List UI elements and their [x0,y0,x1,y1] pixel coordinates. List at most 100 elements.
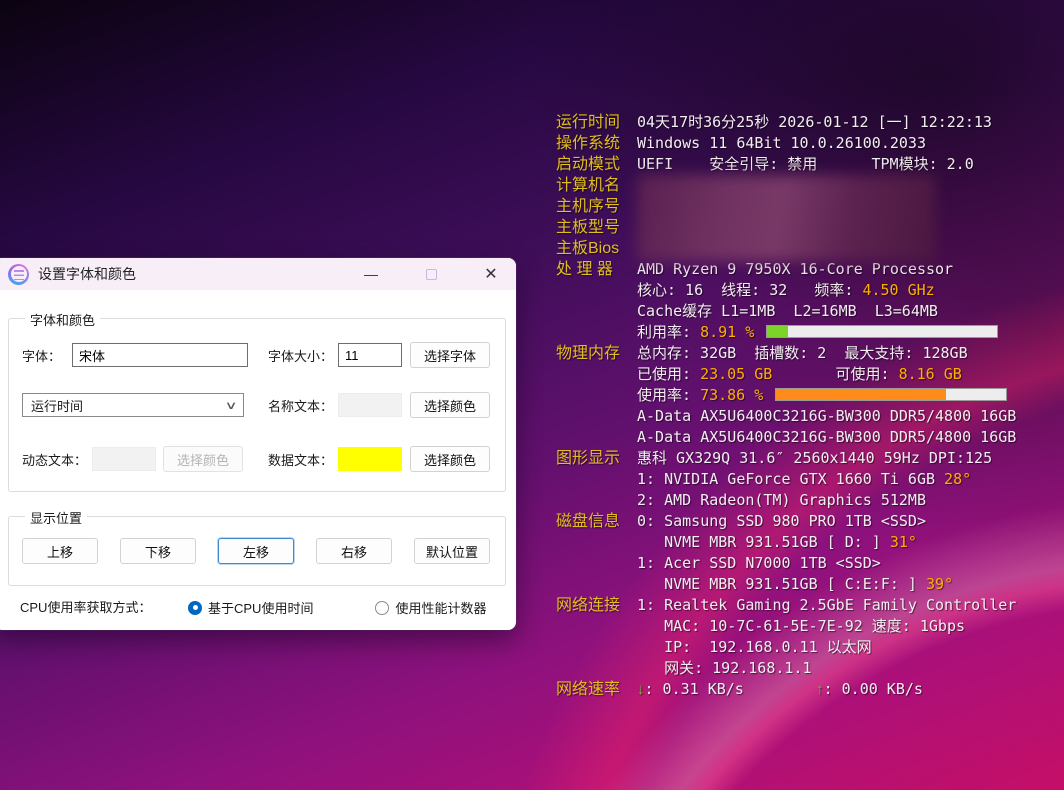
overlay-line: 利用率: 8.91 % [556,322,1056,343]
overlay-text-segment: 8.91 % [700,323,754,341]
font-name-input[interactable] [72,343,248,367]
dialog-title: 设置字体和颜色 [38,264,136,284]
privacy-blur-area [637,175,935,261]
overlay-text-segment: A-Data AX5U6400C3216G-BW300 DDR5/4800 16… [637,407,1016,425]
overlay-line-content: UEFI 安全引导: 禁用 TPM模块: 2.0 [637,154,974,175]
overlay-text-segment: 04天17时36分25秒 2026-01-12 [一] 12:22:13 [637,113,992,131]
maximize-icon [426,269,437,280]
overlay-section-label [556,490,637,511]
select-color-name-button[interactable]: 选择颜色 [410,392,490,418]
font-color-settings-dialog: 设置字体和颜色 — ✕ 字体和颜色 字体： 字体大小： 选择字体 运行时间 ∨ … [0,258,516,630]
overlay-line-content: 核心: 16 线程: 32 频率: 4.50 GHz [637,280,935,301]
overlay-text-segment: 惠科 GX329Q 31.6″ 2560x1440 59Hz DPI:125 [637,449,992,467]
overlay-line: 网络速率↓: 0.31 KB/s ↑: 0.00 KB/s [556,679,1056,700]
overlay-text-segment: 网关: 192.168.1.1 [637,659,812,677]
overlay-section-label [556,574,637,595]
overlay-line: 已使用: 23.05 GB 可使用: 8.16 GB [556,364,1056,385]
overlay-line: A-Data AX5U6400C3216G-BW300 DDR5/4800 16… [556,427,1056,448]
overlay-line: Cache缓存 L1=1MB L2=16MB L3=64MB [556,301,1056,322]
maximize-button[interactable] [420,263,442,285]
cpu-method-options: 基于CPU使用时间 使用性能计数器 [188,598,498,617]
overlay-line: 磁盘信息0: Samsung SSD 980 PRO 1TB <SSD> [556,511,1056,532]
overlay-text-segment: 73.86 % [700,386,763,404]
name-text-label: 名称文本： [268,395,333,419]
overlay-line-content: 利用率: 8.91 % [637,322,998,343]
overlay-text-segment: 核心: 16 线程: 32 频率: [637,281,862,299]
overlay-line-content: 网关: 192.168.1.1 [637,658,812,679]
overlay-line: 操作系统Windows 11 64Bit 10.0.26100.2033 [556,133,1056,154]
overlay-text-segment: 1: NVIDIA GeForce GTX 1660 Ti 6GB [637,470,944,488]
select-color-dynamic-button: 选择颜色 [163,446,243,472]
radio-perf-counter-icon[interactable] [375,601,389,615]
overlay-text-segment: 可使用: [772,365,898,383]
item-selector-combobox[interactable]: 运行时间 ∨ [22,393,244,417]
overlay-section-label [556,427,637,448]
usage-bar [766,325,998,338]
name-text-color-swatch [338,393,402,417]
overlay-line-content: IP: 192.168.0.11 以太网 [637,637,872,658]
overlay-text-segment: : 0.31 KB/s [645,680,744,698]
radio-option-cpu-time[interactable]: 基于CPU使用时间 [188,598,313,617]
overlay-section-label: 网络连接 [556,595,637,616]
overlay-section-label [556,406,637,427]
minimize-button[interactable]: — [360,263,382,285]
overlay-text-segment: 8.16 GB [899,365,962,383]
overlay-section-label [556,553,637,574]
overlay-text-segment: NVME MBR 931.51GB [ D: ] [637,533,890,551]
overlay-text-segment: MAC: 10-7C-61-5E-7E-92 速度: 1Gbps [637,617,965,635]
radio-cpu-time-icon[interactable] [188,601,202,615]
overlay-text-segment: A-Data AX5U6400C3216G-BW300 DDR5/4800 16… [637,428,1016,446]
overlay-section-label [556,364,637,385]
hardware-monitor-overlay: 运行时间04天17时36分25秒 2026-01-12 [一] 12:22:13… [556,112,1056,700]
overlay-text-segment: UEFI 安全引导: 禁用 TPM模块: 2.0 [637,155,974,173]
overlay-line: 处 理 器AMD Ryzen 9 7950X 16-Core Processor [556,259,1056,280]
overlay-line: 2: AMD Radeon(TM) Graphics 512MB [556,490,1056,511]
overlay-text-segment: Windows 11 64Bit 10.0.26100.2033 [637,134,926,152]
default-position-button[interactable]: 默认位置 [414,538,490,564]
data-text-label: 数据文本： [268,449,333,473]
display-position-legend: 显示位置 [25,508,87,527]
move-right-button[interactable]: 右移 [316,538,392,564]
overlay-line-content: 1: NVIDIA GeForce GTX 1660 Ti 6GB 28° [637,469,971,490]
overlay-line: 图形显示惠科 GX329Q 31.6″ 2560x1440 59Hz DPI:1… [556,448,1056,469]
overlay-text-segment: 总内存: 32GB 插槽数: 2 最大支持: 128GB [637,344,968,362]
overlay-section-label [556,322,637,343]
overlay-section-label: 磁盘信息 [556,511,637,532]
overlay-text-segment: ↓ [637,681,645,698]
overlay-line-content: 总内存: 32GB 插槽数: 2 最大支持: 128GB [637,343,968,364]
overlay-section-label: 操作系统 [556,133,637,154]
font-size-input[interactable] [338,343,402,367]
overlay-section-label: 主机序号 [556,196,637,217]
overlay-text-segment: ↑ [816,681,824,698]
move-up-button[interactable]: 上移 [22,538,98,564]
overlay-line: 1: Acer SSD N7000 1TB <SSD> [556,553,1056,574]
overlay-line: 核心: 16 线程: 32 频率: 4.50 GHz [556,280,1056,301]
close-button[interactable]: ✕ [480,263,502,285]
cpu-method-label: CPU使用率获取方式： [20,596,151,620]
overlay-section-label: 图形显示 [556,448,637,469]
overlay-line-content: A-Data AX5U6400C3216G-BW300 DDR5/4800 16… [637,406,1016,427]
overlay-text-segment: 使用率: [637,386,700,404]
overlay-section-label [556,280,637,301]
select-font-button[interactable]: 选择字体 [410,342,490,368]
usage-bar [775,388,1007,401]
select-color-data-button[interactable]: 选择颜色 [410,446,490,472]
overlay-line: A-Data AX5U6400C3216G-BW300 DDR5/4800 16… [556,406,1056,427]
overlay-text-segment: 1: Acer SSD N7000 1TB <SSD> [637,554,881,572]
radio-label-cpu-time: 基于CPU使用时间 [208,598,313,617]
overlay-line: 网络连接1: Realtek Gaming 2.5GbE Family Cont… [556,595,1056,616]
overlay-section-label: 物理内存 [556,343,637,364]
overlay-line-content: A-Data AX5U6400C3216G-BW300 DDR5/4800 16… [637,427,1016,448]
overlay-line-content: 使用率: 73.86 % [637,385,1007,406]
move-left-button[interactable]: 左移 [218,538,294,564]
move-down-button[interactable]: 下移 [120,538,196,564]
overlay-line: 启动模式UEFI 安全引导: 禁用 TPM模块: 2.0 [556,154,1056,175]
overlay-section-label: 处 理 器 [556,259,637,280]
overlay-text-segment: 已使用: [637,365,700,383]
font-color-group-legend: 字体和颜色 [25,310,100,329]
overlay-line-content: 04天17时36分25秒 2026-01-12 [一] 12:22:13 [637,112,992,133]
overlay-section-label: 主板Bios [556,238,637,259]
radio-option-perf-counter[interactable]: 使用性能计数器 [375,598,486,617]
position-buttons: 上移下移左移右移默认位置 [22,538,492,564]
overlay-line-content: Windows 11 64Bit 10.0.26100.2033 [637,133,926,154]
